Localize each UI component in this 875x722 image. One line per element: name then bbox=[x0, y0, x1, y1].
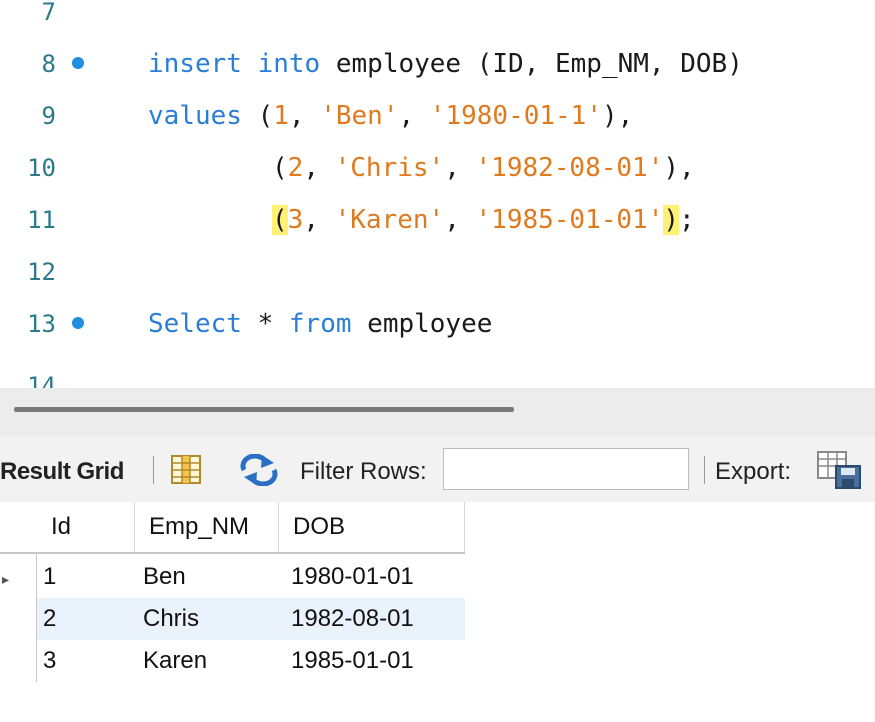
cell-emp-nm[interactable]: Ben bbox=[143, 556, 287, 598]
code-fragment: ; bbox=[679, 205, 695, 235]
string-literal: '1985-01-01' bbox=[475, 205, 664, 235]
code-fragment: , bbox=[303, 205, 335, 235]
editor-line-12: 12 bbox=[0, 246, 875, 298]
code-fragment: employee bbox=[351, 309, 493, 339]
string-literal: '1982-08-01' bbox=[475, 153, 664, 183]
editor-line-13: 13 Select * from employee bbox=[0, 298, 875, 350]
keyword: insert bbox=[148, 49, 242, 79]
cell-dob[interactable]: 1985-01-01 bbox=[291, 640, 471, 682]
horizontal-scrollbar[interactable] bbox=[14, 407, 514, 412]
editor-line-14: 14 bbox=[0, 362, 875, 388]
current-row-pointer-icon: ▸ bbox=[2, 571, 10, 587]
code-fragment: * bbox=[241, 309, 289, 339]
cell-dob[interactable]: 1982-08-01 bbox=[291, 598, 471, 640]
keyword: into bbox=[257, 49, 321, 79]
keyword: values bbox=[148, 101, 242, 131]
code-text[interactable]: (3, 'Karen', '1985-01-01'); bbox=[272, 205, 695, 235]
filter-rows-input[interactable] bbox=[443, 448, 689, 490]
cell-emp-nm[interactable]: Chris bbox=[143, 598, 287, 640]
line-number: 11 bbox=[27, 206, 56, 234]
refresh-icon[interactable] bbox=[236, 454, 282, 486]
code-text[interactable]: (2, 'Chris', '1982-08-01'), bbox=[272, 153, 695, 183]
bracket-match-highlight: ) bbox=[663, 205, 680, 235]
line-number: 7 bbox=[41, 0, 56, 26]
panel-splitter[interactable] bbox=[0, 388, 875, 436]
code-fragment: ( bbox=[272, 153, 288, 183]
string-literal: 'Chris' bbox=[334, 153, 445, 183]
toolbar-divider bbox=[704, 456, 705, 484]
line-number: 8 bbox=[41, 50, 56, 78]
code-fragment: , bbox=[398, 101, 430, 131]
line-number: 13 bbox=[27, 310, 56, 338]
code-fragment: ), bbox=[663, 153, 695, 183]
editor-line-9: 9 values (1, 'Ben', '1980-01-1'), bbox=[0, 90, 875, 142]
export-label: Export: bbox=[715, 458, 792, 485]
cell-id[interactable]: 3 bbox=[43, 640, 135, 682]
result-grid[interactable]: ▸ Id Emp_NM DOB 1 Ben 1980-01-01 2 Chris… bbox=[0, 502, 875, 722]
statement-marker-dot[interactable] bbox=[72, 57, 84, 69]
code-fragment: , bbox=[288, 101, 321, 131]
cell-id[interactable]: 2 bbox=[43, 598, 135, 640]
export-icon[interactable] bbox=[816, 450, 864, 490]
code-text[interactable]: Select * from employee bbox=[148, 309, 492, 339]
cell-id[interactable]: 1 bbox=[43, 556, 135, 598]
code-fragment: , bbox=[444, 205, 476, 235]
result-toolbar: Result Grid Filter Rows: Export: bbox=[0, 436, 875, 503]
code-fragment: , bbox=[303, 153, 335, 183]
cell-dob[interactable]: 1980-01-01 bbox=[291, 556, 471, 598]
code-fragment: ), bbox=[601, 101, 634, 131]
editor-line-7: 7 bbox=[0, 0, 875, 38]
column-header-emp-nm[interactable]: Emp_NM bbox=[135, 502, 279, 552]
keyword: from bbox=[288, 309, 352, 339]
string-literal: '1980-01-1' bbox=[429, 101, 602, 131]
editor-line-8: 8 insert into employee (ID, Emp_NM, DOB) bbox=[0, 38, 875, 90]
line-number: 9 bbox=[41, 102, 56, 130]
cell-emp-nm[interactable]: Karen bbox=[143, 640, 287, 682]
result-grid-tab[interactable]: Result Grid bbox=[0, 458, 124, 486]
table-row[interactable]: 1 Ben 1980-01-01 bbox=[37, 556, 465, 598]
code-fragment: ( bbox=[241, 101, 274, 131]
table-row[interactable]: 2 Chris 1982-08-01 bbox=[37, 598, 465, 640]
code-fragment: , bbox=[444, 153, 476, 183]
column-header-id[interactable]: Id bbox=[37, 502, 135, 552]
editor-line-11: 11 (3, 'Karen', '1985-01-01'); bbox=[0, 194, 875, 246]
string-literal: 'Karen' bbox=[334, 205, 445, 235]
form-editor-grid-icon[interactable] bbox=[170, 454, 204, 486]
keyword: Select bbox=[148, 309, 242, 339]
line-number: 12 bbox=[27, 258, 56, 286]
code-fragment: employee (ID, Emp_NM, DOB) bbox=[320, 49, 743, 79]
bracket-match-highlight: ( bbox=[272, 205, 288, 235]
code-text[interactable]: insert into employee (ID, Emp_NM, DOB) bbox=[148, 49, 743, 79]
line-number: 14 bbox=[27, 372, 56, 388]
number-literal: 3 bbox=[287, 205, 304, 235]
filter-rows-label: Filter Rows: bbox=[300, 458, 427, 485]
statement-marker-dot[interactable] bbox=[72, 317, 84, 329]
code-text[interactable]: values (1, 'Ben', '1980-01-1'), bbox=[148, 101, 633, 131]
grid-header-row: Id Emp_NM DOB bbox=[0, 502, 465, 554]
toolbar-divider bbox=[153, 456, 154, 484]
sql-editor[interactable]: 7 8 insert into employee (ID, Emp_NM, DO… bbox=[0, 0, 875, 388]
line-number: 10 bbox=[27, 154, 56, 182]
number-literal: 1 bbox=[273, 101, 289, 131]
string-literal: 'Ben' bbox=[320, 101, 399, 131]
column-header-dob[interactable]: DOB bbox=[279, 502, 465, 552]
table-row[interactable]: 3 Karen 1985-01-01 bbox=[37, 640, 465, 682]
editor-line-10: 10 (2, 'Chris', '1982-08-01'), bbox=[0, 142, 875, 194]
number-literal: 2 bbox=[287, 153, 304, 183]
